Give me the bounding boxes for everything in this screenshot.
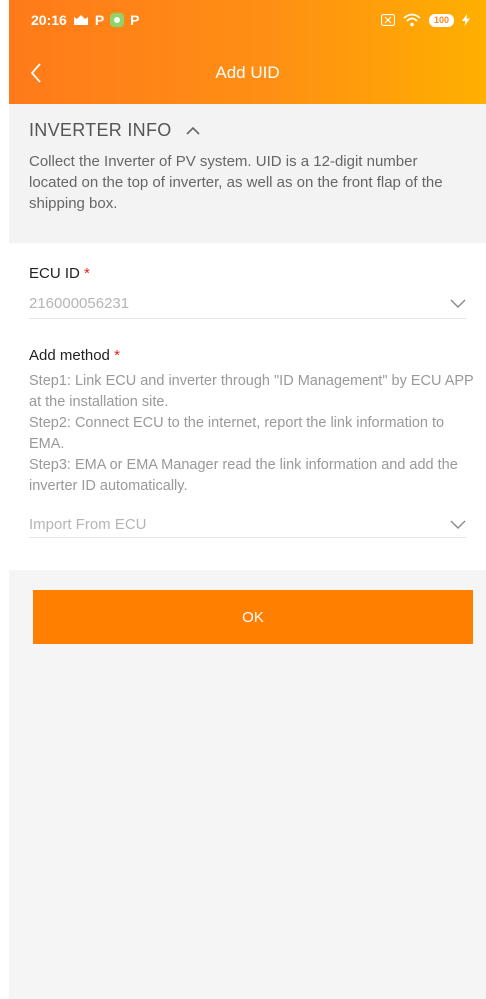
status-bar-right: 100: [380, 13, 470, 27]
inverter-info-title: INVERTER INFO: [29, 120, 172, 140]
inverter-info-section: INVERTER INFO Collect the Inverter of PV…: [9, 104, 486, 243]
add-method-step-2: Step2: Connect ECU to the internet, repo…: [29, 415, 445, 452]
header: 20:16 P P 100 Add UID: [9, 0, 486, 104]
wifi-icon: [403, 13, 421, 27]
chevron-down-icon: [450, 520, 466, 529]
parking-icon: P: [94, 12, 105, 28]
required-mark: *: [114, 347, 120, 364]
add-method-label: Add method *: [29, 347, 120, 364]
ecu-id-value: 216000056231: [29, 294, 130, 312]
uid-form: ECU ID * 216000056231 Add method * Step1…: [9, 243, 486, 570]
page-title: Add UID: [215, 63, 280, 82]
status-bar-left: 20:16 P P: [31, 12, 140, 28]
add-method-step-3: Step3: EMA or EMA Manager read the link …: [29, 457, 458, 494]
status-time: 20:16: [31, 12, 67, 28]
cat-icon: [73, 14, 89, 26]
add-method-description: Step1: Link ECU and inverter through "ID…: [29, 371, 479, 497]
chevron-down-icon: [450, 299, 466, 308]
chevron-up-icon: [186, 126, 200, 135]
add-method-select[interactable]: Import From ECU: [29, 511, 466, 538]
inverter-info-description: Collect the Inverter of PV system. UID i…: [29, 153, 443, 212]
ecu-id-label: ECU ID *: [29, 265, 90, 282]
ok-button[interactable]: OK: [33, 590, 473, 644]
add-method-value: Import From ECU: [29, 515, 147, 533]
add-method-step-1: Step1: Link ECU and inverter through "ID…: [29, 373, 474, 410]
required-mark: *: [84, 265, 90, 282]
ecu-id-select[interactable]: 216000056231: [29, 288, 466, 319]
app-screen: 20:16 P P 100 Add UID INVERTER INFO Coll…: [9, 0, 486, 999]
ecu-id-label-text: ECU ID: [29, 265, 80, 282]
status-bar: 20:16 P P 100: [9, 0, 486, 40]
chevron-left-icon: [30, 63, 41, 83]
sim-x-icon: [380, 14, 395, 26]
parking-icon-2: P: [130, 12, 140, 28]
inverter-info-toggle[interactable]: INVERTER INFO: [29, 120, 466, 141]
back-button[interactable]: [23, 60, 49, 86]
nav-bar: Add UID: [9, 50, 486, 96]
charging-icon: [462, 14, 470, 26]
app-notification-icon: [110, 13, 125, 27]
add-method-label-text: Add method: [29, 347, 110, 364]
battery-icon: 100: [428, 13, 454, 27]
